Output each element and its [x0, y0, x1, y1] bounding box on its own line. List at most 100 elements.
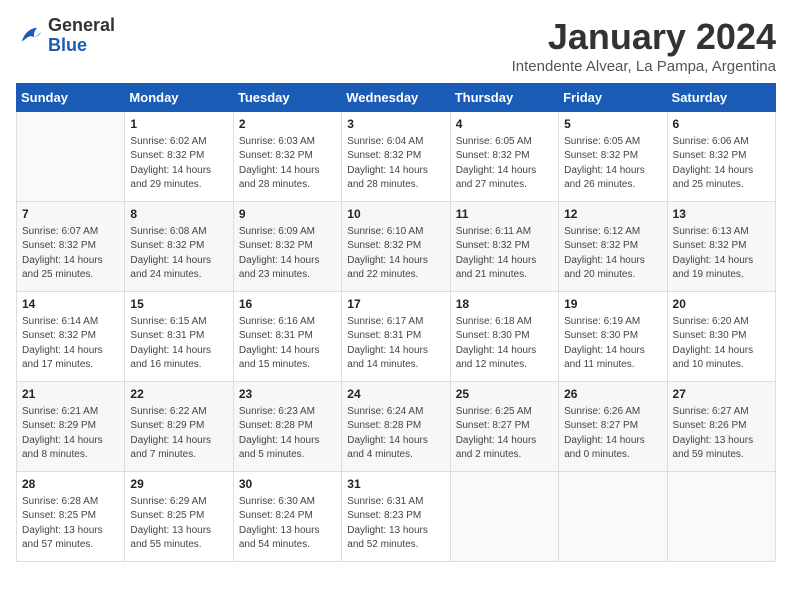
- calendar-cell: 5 Sunrise: 6:05 AMSunset: 8:32 PMDaylight…: [559, 112, 667, 202]
- calendar-cell: 14 Sunrise: 6:14 AMSunset: 8:32 PMDayligh…: [17, 292, 125, 382]
- calendar-cell: 12 Sunrise: 6:12 AMSunset: 8:32 PMDayligh…: [559, 202, 667, 292]
- col-header-friday: Friday: [559, 84, 667, 112]
- logo: General Blue: [16, 16, 115, 56]
- day-number: 24: [347, 386, 444, 403]
- day-number: 21: [22, 386, 119, 403]
- calendar-cell: [450, 472, 558, 562]
- day-info: Sunrise: 6:05 AMSunset: 8:32 PMDaylight:…: [564, 135, 661, 193]
- day-number: 13: [673, 206, 770, 223]
- day-info: Sunrise: 6:17 AMSunset: 8:31 PMDaylight:…: [347, 315, 444, 373]
- calendar-cell: 24Sunrise: 6:24 AMSunset: 8:28 PMDayligh…: [342, 382, 450, 472]
- calendar-cell: 3Sunrise: 6:04 AMSunset: 8:32 PMDaylight…: [342, 112, 450, 202]
- day-info: Sunrise: 6:02 AMSunset: 8:32 PMDaylight:…: [130, 135, 227, 193]
- day-info: Sunrise: 6:29 AMSunset: 8:25 PMDaylight:…: [130, 495, 227, 553]
- day-info: Sunrise: 6:10 AMSunset: 8:32 PMDaylight:…: [347, 225, 444, 283]
- day-number: 6: [673, 116, 770, 133]
- calendar-table: SundayMondayTuesdayWednesdayThursdayFrid…: [16, 83, 776, 562]
- calendar-cell: 13 Sunrise: 6:13 AMSunset: 8:32 PMDayligh…: [667, 202, 775, 292]
- calendar-cell: 16 Sunrise: 6:16 AMSunset: 8:31 PMDayligh…: [233, 292, 341, 382]
- calendar-cell: 18 Sunrise: 6:18 AMSunset: 8:30 PMDayligh…: [450, 292, 558, 382]
- day-number: 15: [130, 296, 227, 313]
- day-number: 18: [456, 296, 553, 313]
- day-number: 27: [673, 386, 770, 403]
- col-header-saturday: Saturday: [667, 84, 775, 112]
- day-number: 31: [347, 476, 444, 493]
- day-info: Sunrise: 6:15 AMSunset: 8:31 PMDaylight:…: [130, 315, 227, 373]
- logo-bird-icon: [16, 22, 44, 50]
- day-number: 28: [22, 476, 119, 493]
- calendar-cell: 25Sunrise: 6:25 AMSunset: 8:27 PMDayligh…: [450, 382, 558, 472]
- day-number: 12: [564, 206, 661, 223]
- day-number: 11: [456, 206, 553, 223]
- day-number: 5: [564, 116, 661, 133]
- day-info: Sunrise: 6:12 AMSunset: 8:32 PMDaylight:…: [564, 225, 661, 283]
- day-info: Sunrise: 6:31 AMSunset: 8:23 PMDaylight:…: [347, 495, 444, 553]
- day-number: 2: [239, 116, 336, 133]
- calendar-cell: 30 Sunrise: 6:30 AMSunset: 8:24 PMDayligh…: [233, 472, 341, 562]
- calendar-cell: 21Sunrise: 6:21 AMSunset: 8:29 PMDayligh…: [17, 382, 125, 472]
- calendar-week-row: 21Sunrise: 6:21 AMSunset: 8:29 PMDayligh…: [17, 382, 776, 472]
- day-info: Sunrise: 6:20 AMSunset: 8:30 PMDaylight:…: [673, 315, 770, 373]
- calendar-cell: [559, 472, 667, 562]
- day-number: 10: [347, 206, 444, 223]
- day-number: 8: [130, 206, 227, 223]
- day-number: 19: [564, 296, 661, 313]
- col-header-sunday: Sunday: [17, 84, 125, 112]
- col-header-thursday: Thursday: [450, 84, 558, 112]
- calendar-week-row: 7Sunrise: 6:07 AMSunset: 8:32 PMDaylight…: [17, 202, 776, 292]
- logo-text: General Blue: [48, 16, 115, 56]
- day-info: Sunrise: 6:13 AMSunset: 8:32 PMDaylight:…: [673, 225, 770, 283]
- day-number: 17: [347, 296, 444, 313]
- calendar-cell: 10 Sunrise: 6:10 AMSunset: 8:32 PMDayligh…: [342, 202, 450, 292]
- calendar-cell: [17, 112, 125, 202]
- day-info: Sunrise: 6:05 AMSunset: 8:32 PMDaylight:…: [456, 135, 553, 193]
- day-info: Sunrise: 6:06 AMSunset: 8:32 PMDaylight:…: [673, 135, 770, 193]
- day-number: 29: [130, 476, 227, 493]
- calendar-cell: 22Sunrise: 6:22 AMSunset: 8:29 PMDayligh…: [125, 382, 233, 472]
- calendar-title: January 2024: [512, 16, 776, 58]
- col-header-tuesday: Tuesday: [233, 84, 341, 112]
- calendar-week-row: 1 Sunrise: 6:02 AMSunset: 8:32 PMDaylight…: [17, 112, 776, 202]
- calendar-cell: 2 Sunrise: 6:03 AMSunset: 8:32 PMDaylight…: [233, 112, 341, 202]
- calendar-cell: 6 Sunrise: 6:06 AMSunset: 8:32 PMDaylight…: [667, 112, 775, 202]
- calendar-cell: 27 Sunrise: 6:27 AMSunset: 8:26 PMDayligh…: [667, 382, 775, 472]
- day-info: Sunrise: 6:16 AMSunset: 8:31 PMDaylight:…: [239, 315, 336, 373]
- calendar-week-row: 28 Sunrise: 6:28 AMSunset: 8:25 PMDayligh…: [17, 472, 776, 562]
- calendar-cell: 9Sunrise: 6:09 AMSunset: 8:32 PMDaylight…: [233, 202, 341, 292]
- calendar-cell: 29 Sunrise: 6:29 AMSunset: 8:25 PMDayligh…: [125, 472, 233, 562]
- calendar-cell: 11 Sunrise: 6:11 AMSunset: 8:32 PMDayligh…: [450, 202, 558, 292]
- day-number: 1: [130, 116, 227, 133]
- day-number: 16: [239, 296, 336, 313]
- day-info: Sunrise: 6:11 AMSunset: 8:32 PMDaylight:…: [456, 225, 553, 283]
- day-number: 25: [456, 386, 553, 403]
- day-number: 14: [22, 296, 119, 313]
- calendar-cell: 8Sunrise: 6:08 AMSunset: 8:32 PMDaylight…: [125, 202, 233, 292]
- day-info: Sunrise: 6:27 AMSunset: 8:26 PMDaylight:…: [673, 405, 770, 463]
- calendar-header-row: SundayMondayTuesdayWednesdayThursdayFrid…: [17, 84, 776, 112]
- day-number: 22: [130, 386, 227, 403]
- calendar-cell: 7Sunrise: 6:07 AMSunset: 8:32 PMDaylight…: [17, 202, 125, 292]
- day-info: Sunrise: 6:26 AMSunset: 8:27 PMDaylight:…: [564, 405, 661, 463]
- calendar-cell: 1 Sunrise: 6:02 AMSunset: 8:32 PMDaylight…: [125, 112, 233, 202]
- day-number: 23: [239, 386, 336, 403]
- calendar-cell: [667, 472, 775, 562]
- calendar-cell: 15 Sunrise: 6:15 AMSunset: 8:31 PMDayligh…: [125, 292, 233, 382]
- day-info: Sunrise: 6:04 AMSunset: 8:32 PMDaylight:…: [347, 135, 444, 193]
- day-info: Sunrise: 6:19 AMSunset: 8:30 PMDaylight:…: [564, 315, 661, 373]
- day-info: Sunrise: 6:14 AMSunset: 8:32 PMDaylight:…: [22, 315, 119, 373]
- page-header: General Blue January 2024 Intendente Alv…: [16, 16, 776, 75]
- day-info: Sunrise: 6:23 AMSunset: 8:28 PMDaylight:…: [239, 405, 336, 463]
- calendar-cell: 20Sunrise: 6:20 AMSunset: 8:30 PMDayligh…: [667, 292, 775, 382]
- day-info: Sunrise: 6:28 AMSunset: 8:25 PMDaylight:…: [22, 495, 119, 553]
- day-info: Sunrise: 6:18 AMSunset: 8:30 PMDaylight:…: [456, 315, 553, 373]
- col-header-wednesday: Wednesday: [342, 84, 450, 112]
- day-info: Sunrise: 6:03 AMSunset: 8:32 PMDaylight:…: [239, 135, 336, 193]
- day-number: 30: [239, 476, 336, 493]
- calendar-cell: 4Sunrise: 6:05 AMSunset: 8:32 PMDaylight…: [450, 112, 558, 202]
- calendar-cell: 19 Sunrise: 6:19 AMSunset: 8:30 PMDayligh…: [559, 292, 667, 382]
- day-info: Sunrise: 6:30 AMSunset: 8:24 PMDaylight:…: [239, 495, 336, 553]
- col-header-monday: Monday: [125, 84, 233, 112]
- calendar-cell: 31 Sunrise: 6:31 AMSunset: 8:23 PMDayligh…: [342, 472, 450, 562]
- day-info: Sunrise: 6:07 AMSunset: 8:32 PMDaylight:…: [22, 225, 119, 283]
- calendar-cell: 28 Sunrise: 6:28 AMSunset: 8:25 PMDayligh…: [17, 472, 125, 562]
